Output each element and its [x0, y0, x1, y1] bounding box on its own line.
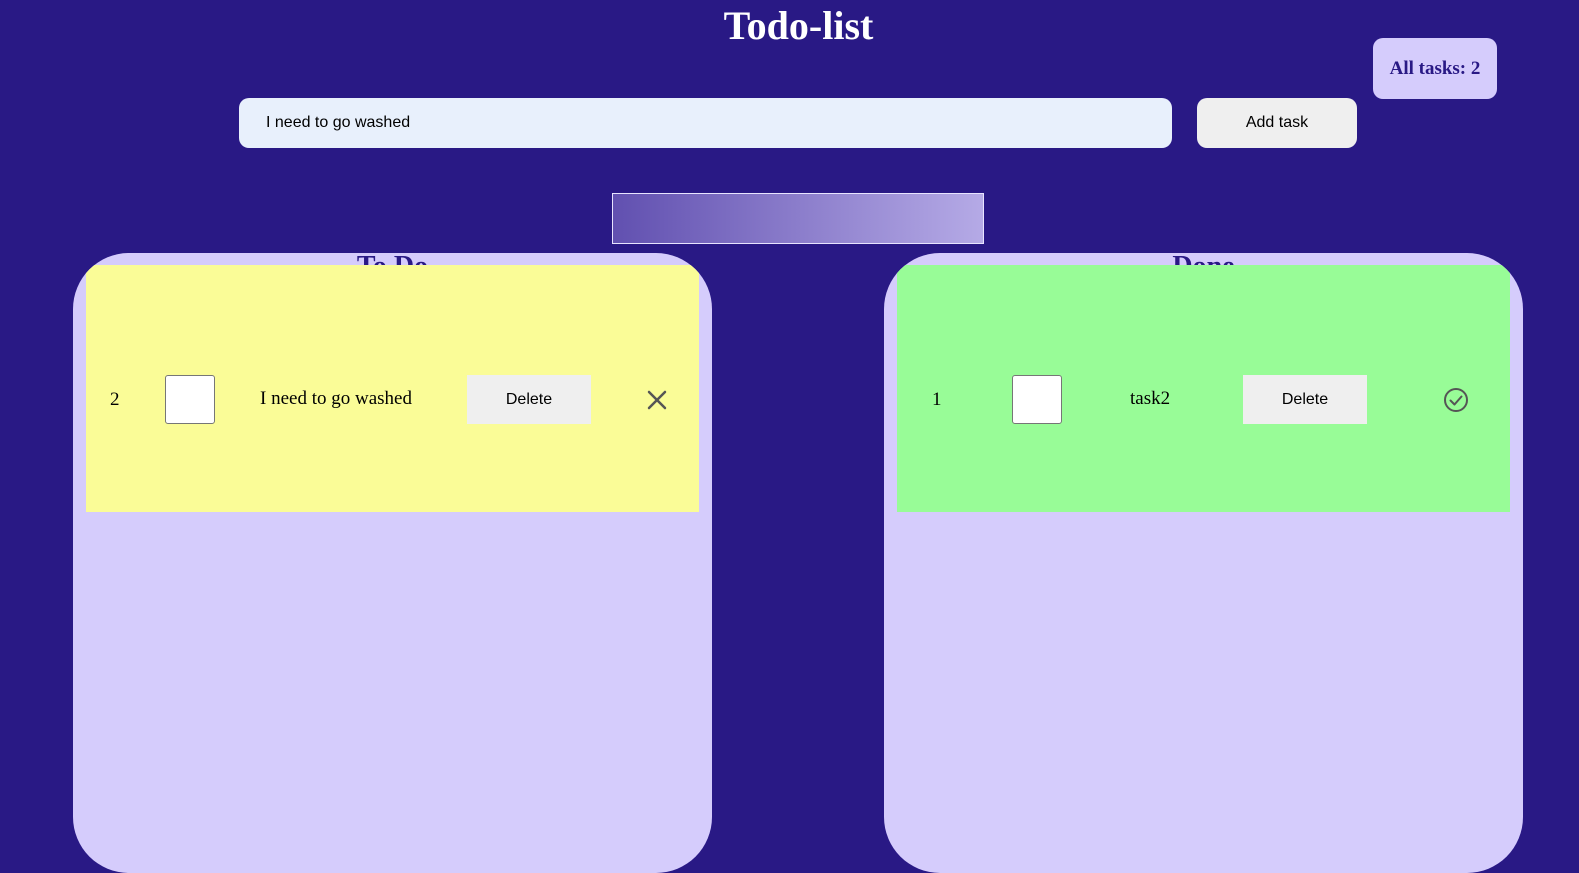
done-column: Done 1 task2 Delete — [884, 253, 1523, 873]
check-circle-icon[interactable] — [1443, 387, 1469, 413]
task-item[interactable]: 1 task2 Delete — [897, 265, 1510, 512]
delete-task-button[interactable]: Delete — [467, 375, 591, 424]
task-text: task2 — [1130, 388, 1171, 409]
add-task-button[interactable]: Add task — [1197, 98, 1357, 148]
drop-zone[interactable] — [612, 193, 984, 244]
task-checkbox[interactable] — [1012, 375, 1062, 424]
task-number: 1 — [932, 389, 942, 410]
page-title: Todo-list — [723, 3, 874, 48]
task-number: 2 — [110, 389, 120, 410]
new-task-input[interactable] — [239, 98, 1172, 148]
close-icon[interactable] — [644, 387, 670, 413]
task-checkbox[interactable] — [165, 375, 215, 424]
todo-task-list: 2 I need to go washed Delete — [86, 265, 699, 512]
todo-column: To Do 2 I need to go washed Delete — [73, 253, 712, 873]
all-tasks-counter: All tasks: 2 — [1373, 38, 1497, 99]
delete-task-button[interactable]: Delete — [1243, 375, 1367, 424]
done-task-list: 1 task2 Delete — [897, 265, 1510, 512]
task-item[interactable]: 2 I need to go washed Delete — [86, 265, 699, 512]
task-text: I need to go washed — [260, 388, 412, 409]
